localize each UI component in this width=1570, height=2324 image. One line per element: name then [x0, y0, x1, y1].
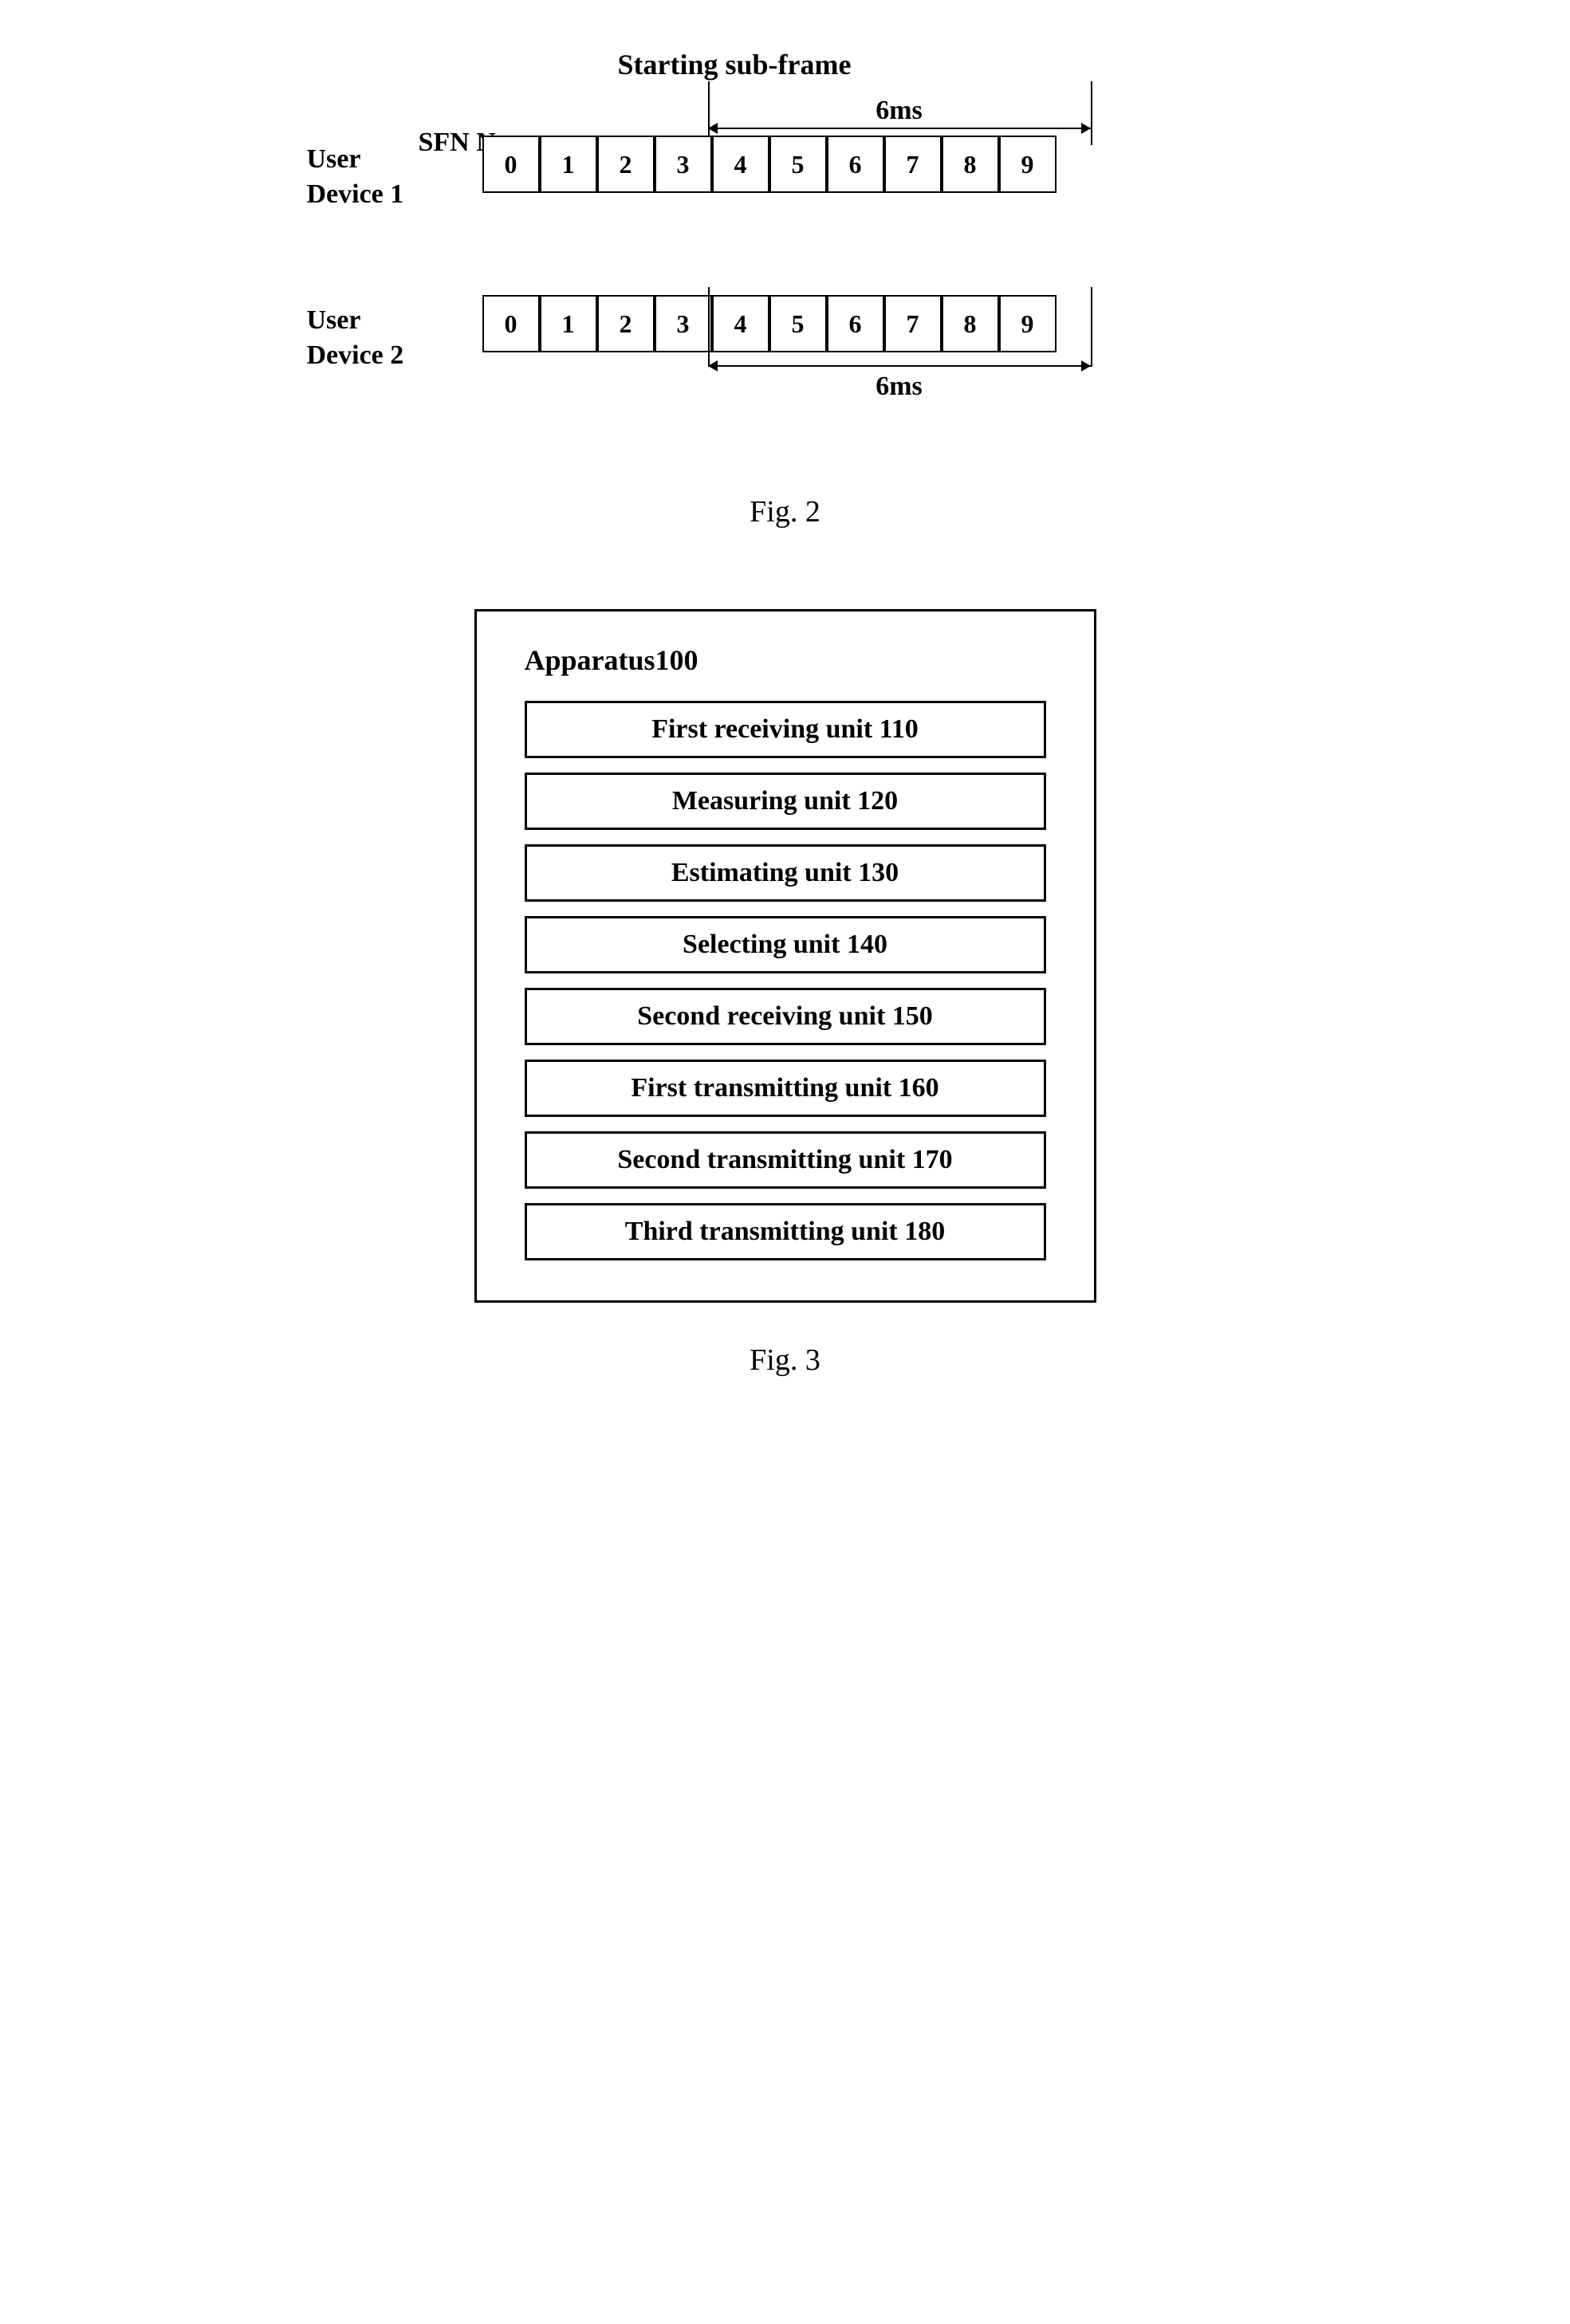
6ms-bottom-arrow-container: 6ms	[708, 365, 1091, 402]
cell-d2-6: 6	[827, 295, 884, 352]
cell-d2-5: 5	[769, 295, 827, 352]
apparatus-title: Apparatus100	[525, 643, 1046, 677]
unit-140: Selecting unit 140	[525, 916, 1046, 973]
unit-160: First transmitting unit 160	[525, 1060, 1046, 1117]
cell-d2-1: 1	[540, 295, 597, 352]
fig2-caption: Fig. 2	[750, 494, 820, 529]
cell-d1-0: 0	[482, 136, 540, 193]
tick-d2-start	[708, 287, 710, 367]
device1-label: User Device 1	[307, 142, 404, 212]
cell-d2-3: 3	[655, 295, 712, 352]
fig3-section: Apparatus100 First receiving unit 110 Me…	[0, 593, 1570, 1378]
6ms-top-line	[708, 128, 1091, 129]
cell-d1-7: 7	[884, 136, 942, 193]
tick-d2-end	[1091, 287, 1092, 367]
cell-d1-1: 1	[540, 136, 597, 193]
device2-label: User Device 2	[307, 303, 404, 373]
cell-d1-6: 6	[827, 136, 884, 193]
unit-170: Second transmitting unit 170	[525, 1131, 1046, 1189]
cell-d2-8: 8	[942, 295, 999, 352]
cell-d1-2: 2	[597, 136, 655, 193]
unit-150: Second receiving unit 150	[525, 988, 1046, 1045]
fig2-section: Starting sub-frame 6ms SFN N User Device…	[0, 0, 1570, 529]
cell-d1-8: 8	[942, 136, 999, 193]
apparatus-box: Apparatus100 First receiving unit 110 Me…	[474, 609, 1096, 1303]
cell-d2-2: 2	[597, 295, 655, 352]
cell-d2-0: 0	[482, 295, 540, 352]
frame-row-2: 0 1 2 3 4 5 6 7 8 9	[482, 295, 1057, 352]
section-spacer	[0, 529, 1570, 593]
unit-110: First receiving unit 110	[525, 701, 1046, 758]
starting-subframe-label: Starting sub-frame	[618, 48, 852, 81]
fig3-caption: Fig. 3	[750, 1343, 820, 1378]
cell-d2-4: 4	[712, 295, 769, 352]
6ms-bottom-arrow-right	[1081, 360, 1091, 372]
frame-row-1: 0 1 2 3 4 5 6 7 8 9	[482, 136, 1057, 193]
cell-d1-5: 5	[769, 136, 827, 193]
unit-130: Estimating unit 130	[525, 844, 1046, 902]
cell-d1-4: 4	[712, 136, 769, 193]
6ms-top-arrow-container: 6ms	[708, 96, 1091, 129]
6ms-bottom-arrow-left	[708, 360, 718, 372]
cell-d1-9: 9	[999, 136, 1057, 193]
tick-d1-end	[1091, 81, 1092, 145]
unit-180: Third transmitting unit 180	[525, 1203, 1046, 1260]
unit-120: Measuring unit 120	[525, 773, 1046, 830]
6ms-bottom-line	[708, 365, 1091, 367]
cell-d2-7: 7	[884, 295, 942, 352]
6ms-top-label: 6ms	[708, 96, 1091, 126]
diagram-container: Starting sub-frame 6ms SFN N User Device…	[307, 48, 1264, 462]
cell-d2-9: 9	[999, 295, 1057, 352]
6ms-top-arrow-right	[1081, 123, 1091, 134]
6ms-bottom-label: 6ms	[708, 372, 1091, 402]
cell-d1-3: 3	[655, 136, 712, 193]
